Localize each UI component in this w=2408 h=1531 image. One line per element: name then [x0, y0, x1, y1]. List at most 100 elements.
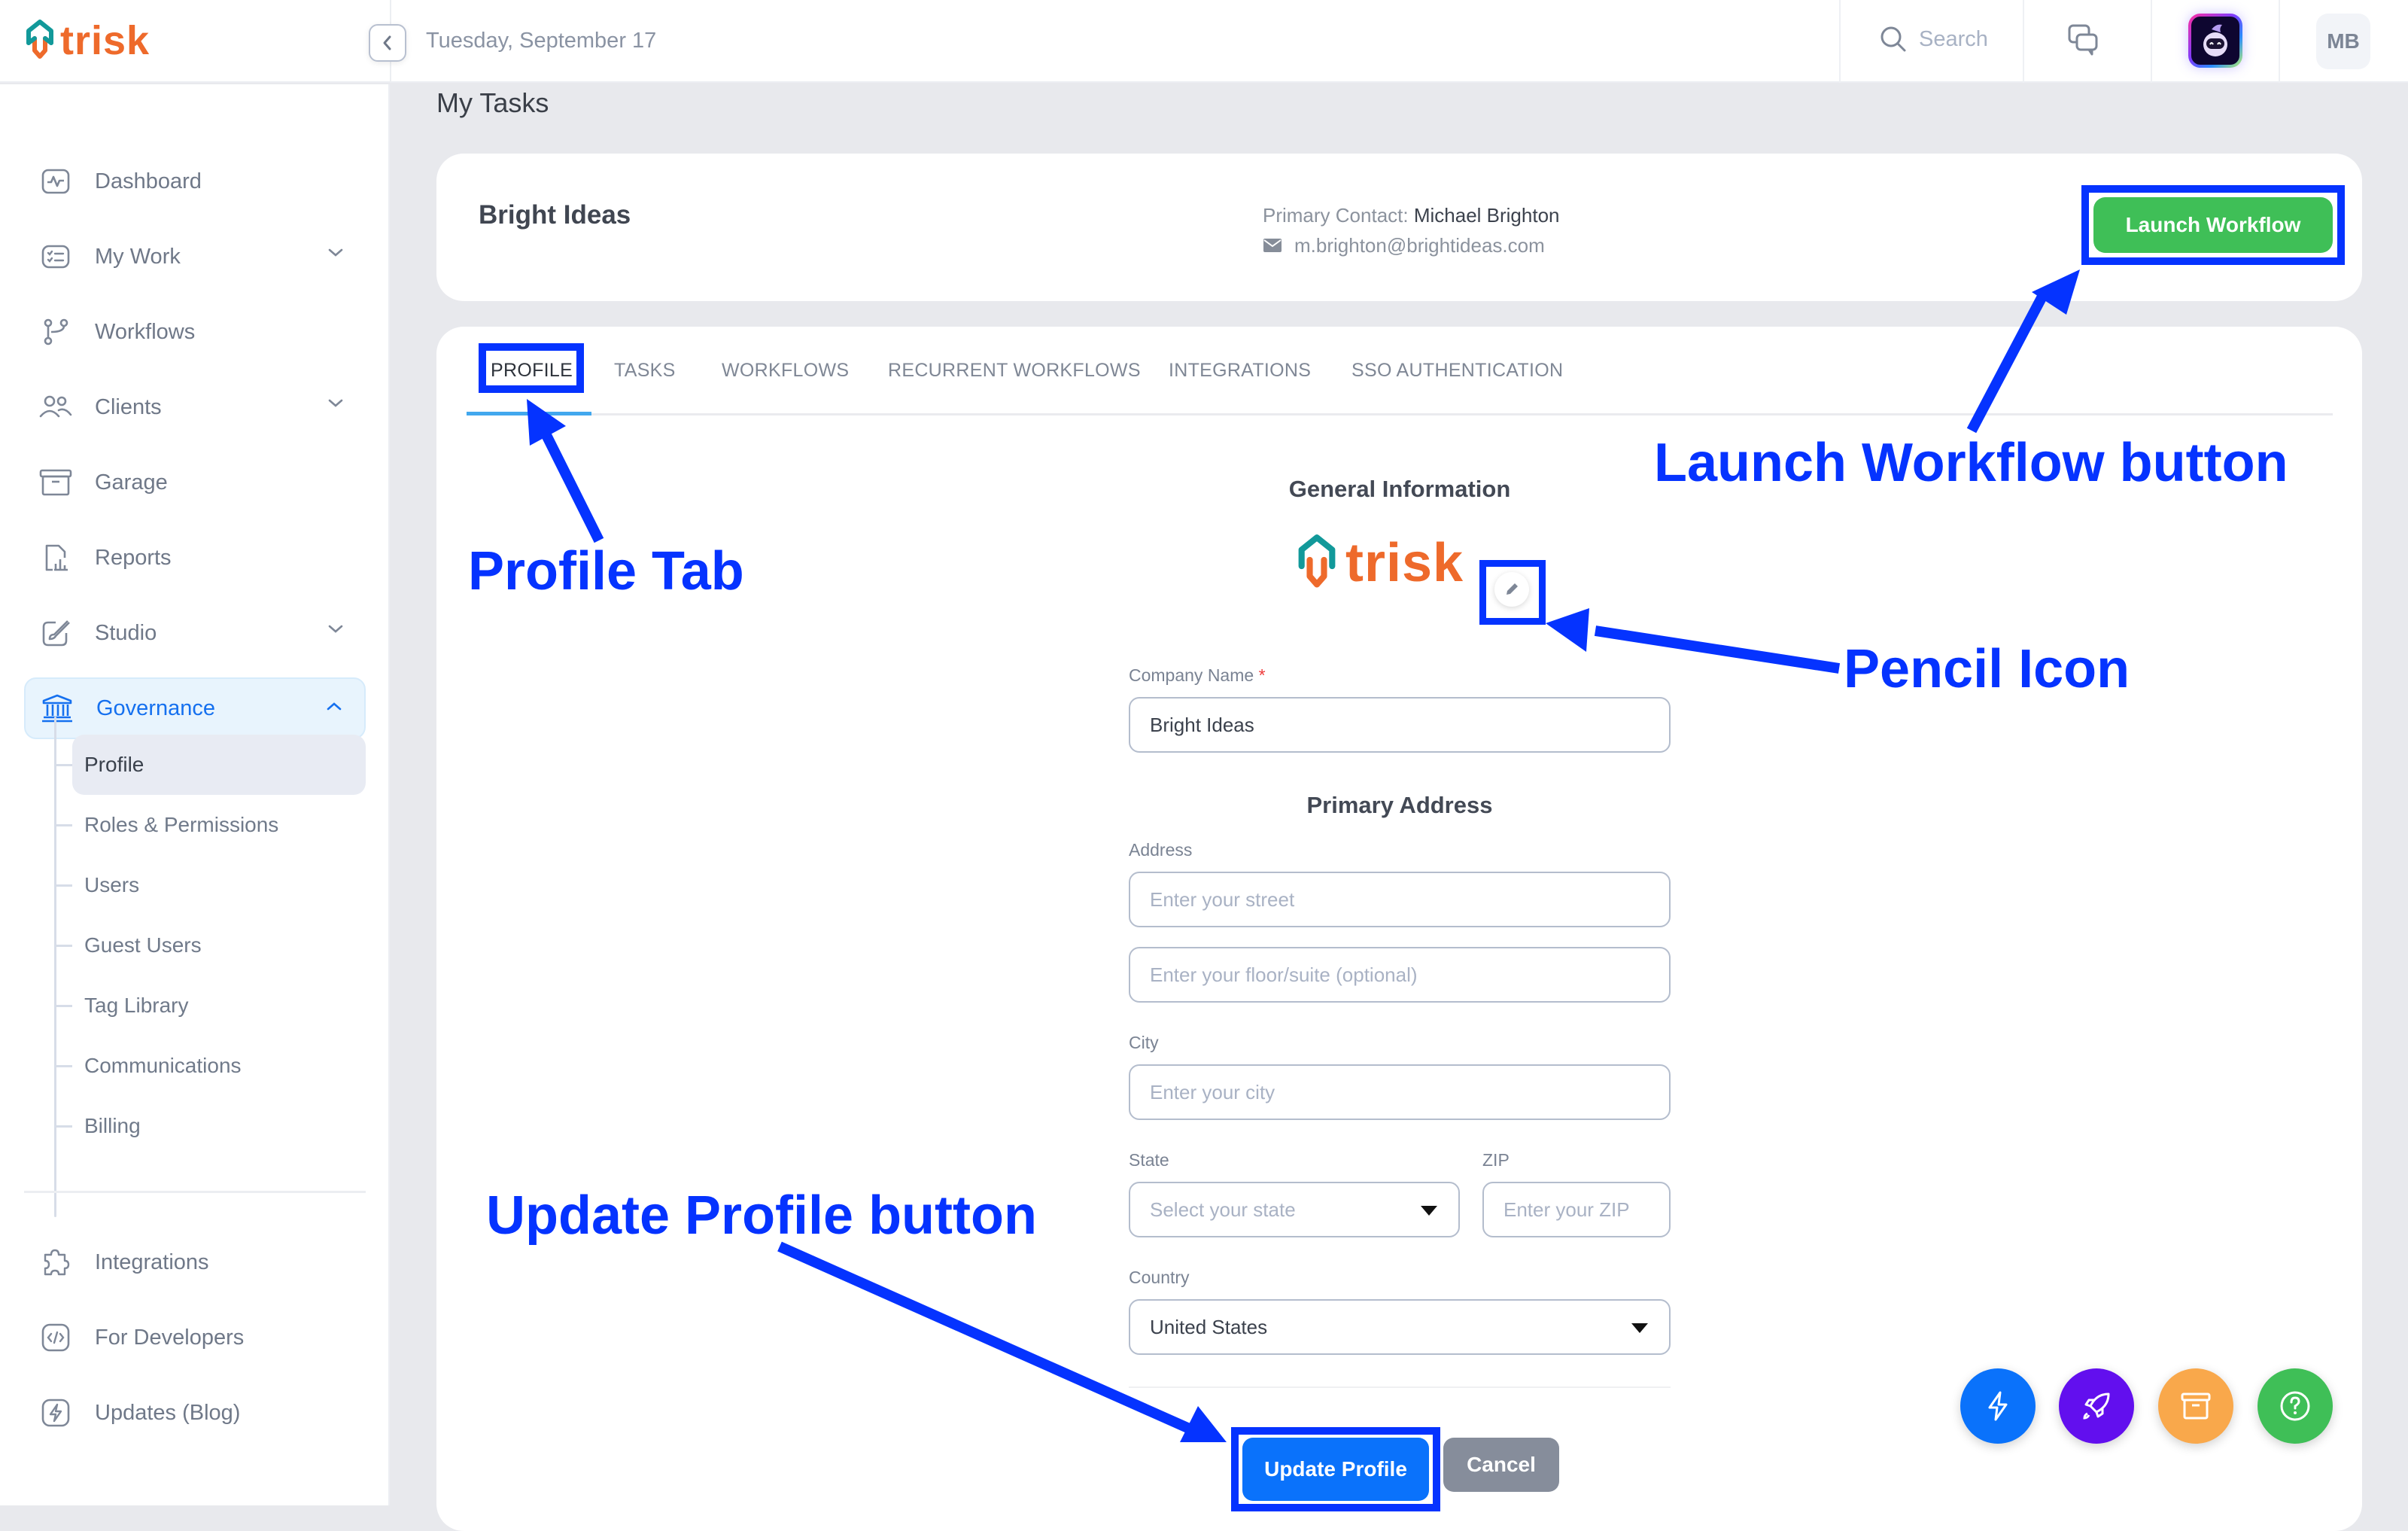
code-icon — [39, 1321, 72, 1354]
page-title: My Tasks — [436, 87, 549, 118]
sidebar-subitem-label: Communications — [84, 1054, 242, 1077]
city-label: City — [1129, 1033, 1159, 1052]
sidebar-item-dashboard[interactable]: Dashboard — [24, 151, 366, 212]
sidebar-divider — [24, 1191, 366, 1193]
annotation-pencil-icon: Pencil Icon — [1844, 639, 2130, 699]
primary-address-heading: Primary Address — [1306, 792, 1493, 818]
sidebar-item-workflows[interactable]: Workflows — [24, 301, 366, 363]
sidebar-subitem-label: Guest Users — [84, 933, 202, 957]
messages-button[interactable] — [2066, 23, 2101, 61]
quick-actions-fab[interactable] — [1960, 1368, 2036, 1444]
street-input[interactable]: Enter your street — [1129, 872, 1671, 927]
ai-assistant-button[interactable] — [2188, 14, 2242, 68]
sidebar-item-label: Workflows — [95, 319, 196, 344]
sidebar-item-studio[interactable]: Studio — [24, 602, 366, 664]
label-text: Company Name — [1129, 665, 1254, 685]
sidebar-item-integrations[interactable]: Integrations — [24, 1231, 366, 1293]
current-date: Tuesday, September 17 — [426, 29, 657, 53]
bank-icon — [41, 692, 74, 725]
zip-label: ZIP — [1482, 1150, 1510, 1170]
sidebar-subitem-tag-library[interactable]: Tag Library — [72, 976, 366, 1036]
sidebar-item-label: Reports — [95, 545, 172, 570]
suite-input[interactable]: Enter your floor/suite (optional) — [1129, 947, 1671, 1003]
state-label: State — [1129, 1150, 1169, 1170]
company-name-label: Company Name * — [1129, 665, 1266, 686]
sidebar-subitem-label: Roles & Permissions — [84, 813, 279, 836]
tree-branch — [56, 884, 72, 887]
country-select[interactable]: United States — [1129, 1299, 1671, 1355]
sidebar-item-governance[interactable]: Governance — [24, 677, 366, 739]
contact-email[interactable]: m.brighton@brightideas.com — [1294, 230, 1545, 260]
help-fab[interactable] — [2258, 1368, 2333, 1444]
form-divider — [1129, 1386, 1671, 1388]
company-name-input[interactable]: Bright Ideas — [1129, 697, 1671, 753]
state-select[interactable]: Select your state — [1129, 1182, 1460, 1237]
tab-tasks[interactable]: TASKS — [614, 360, 676, 382]
chevron-up-icon — [327, 702, 342, 711]
sidebar-item-updates-blog[interactable]: Updates (Blog) — [24, 1382, 366, 1444]
sidebar-item-for-developers[interactable]: For Developers — [24, 1307, 366, 1368]
launch-fab[interactable] — [2059, 1368, 2134, 1444]
sidebar-item-label: My Work — [95, 244, 181, 269]
sidebar-subitem-profile[interactable]: Profile — [72, 735, 366, 795]
sidebar-subitem-label: Billing — [84, 1114, 141, 1137]
sidebar-item-label: Dashboard — [95, 169, 202, 193]
annotation-update-profile: Update Profile button — [486, 1186, 1037, 1246]
general-information-heading: General Information — [1288, 476, 1511, 502]
submenu-tree-line — [54, 717, 56, 1217]
chevron-down-icon — [328, 399, 343, 407]
chevron-left-icon — [383, 35, 391, 50]
sidebar-item-my-work[interactable]: My Work — [24, 226, 366, 288]
brand-name: trisk — [60, 18, 150, 63]
company-title: Bright Ideas — [479, 200, 631, 230]
archive-icon — [2181, 1393, 2211, 1420]
sidebar-subitem-guest-users[interactable]: Guest Users — [72, 915, 366, 976]
tree-branch — [56, 945, 72, 947]
collapse-sidebar-button[interactable] — [369, 24, 406, 62]
sidebar-subitem-roles-permissions[interactable]: Roles & Permissions — [72, 795, 366, 855]
client-header-card: Bright Ideas Primary Contact: Michael Br… — [436, 154, 2362, 301]
sidebar-item-garage[interactable]: Garage — [24, 452, 366, 513]
sidebar-item-label: Updates (Blog) — [95, 1400, 241, 1425]
annotation-launch-workflow: Launch Workflow button — [1654, 433, 2288, 493]
tree-branch — [56, 764, 72, 766]
tab-workflows[interactable]: WORKFLOWS — [722, 360, 849, 382]
sidebar-item-label: For Developers — [95, 1325, 245, 1350]
annotation-profile-tab: Profile Tab — [468, 541, 744, 601]
trisk-logo-icon — [1298, 534, 1336, 588]
bolt-icon — [1988, 1391, 2008, 1421]
sidebar-subitem-communications[interactable]: Communications — [72, 1036, 366, 1096]
puzzle-icon — [39, 1246, 72, 1279]
chat-icon — [2068, 24, 2098, 56]
city-input[interactable]: Enter your city — [1129, 1064, 1671, 1120]
search-button[interactable]: Search — [1878, 24, 1988, 54]
archive-fab[interactable] — [2158, 1368, 2233, 1444]
brush-icon — [39, 616, 72, 650]
chevron-down-icon — [328, 625, 343, 633]
search-label: Search — [1919, 26, 1988, 51]
sidebar-subitem-users[interactable]: Users — [72, 855, 366, 915]
zip-input[interactable]: Enter your ZIP — [1482, 1182, 1671, 1237]
sidebar-subitem-label: Tag Library — [84, 994, 189, 1017]
dropdown-caret-icon — [1421, 1206, 1437, 1216]
launch-workflow-button[interactable]: Launch Workflow — [2093, 197, 2333, 253]
help-icon — [2280, 1391, 2310, 1421]
sidebar-subitem-billing[interactable]: Billing — [72, 1096, 366, 1156]
update-profile-button[interactable]: Update Profile — [1242, 1438, 1429, 1501]
state-placeholder: Select your state — [1150, 1198, 1296, 1221]
tab-recurrent-workflows[interactable]: RECURRENT WORKFLOWS — [888, 360, 1141, 382]
sidebar-item-label: Governance — [96, 695, 215, 720]
tab-integrations[interactable]: INTEGRATIONS — [1169, 360, 1311, 382]
tab-sso-authentication[interactable]: SSO AUTHENTICATION — [1351, 360, 1563, 382]
sidebar-item-reports[interactable]: Reports — [24, 527, 366, 589]
cancel-button[interactable]: Cancel — [1443, 1438, 1559, 1492]
tree-branch — [56, 1065, 72, 1067]
user-avatar[interactable]: MB — [2316, 14, 2370, 69]
archive-icon — [39, 466, 72, 499]
sidebar-item-clients[interactable]: Clients — [24, 376, 366, 438]
address-label: Address — [1129, 840, 1193, 860]
sidebar-subitem-label: Profile — [84, 753, 144, 776]
contact-name: Michael Brighton — [1413, 204, 1560, 227]
divider — [1839, 0, 1841, 83]
brand-logo[interactable]: trisk — [23, 17, 150, 65]
